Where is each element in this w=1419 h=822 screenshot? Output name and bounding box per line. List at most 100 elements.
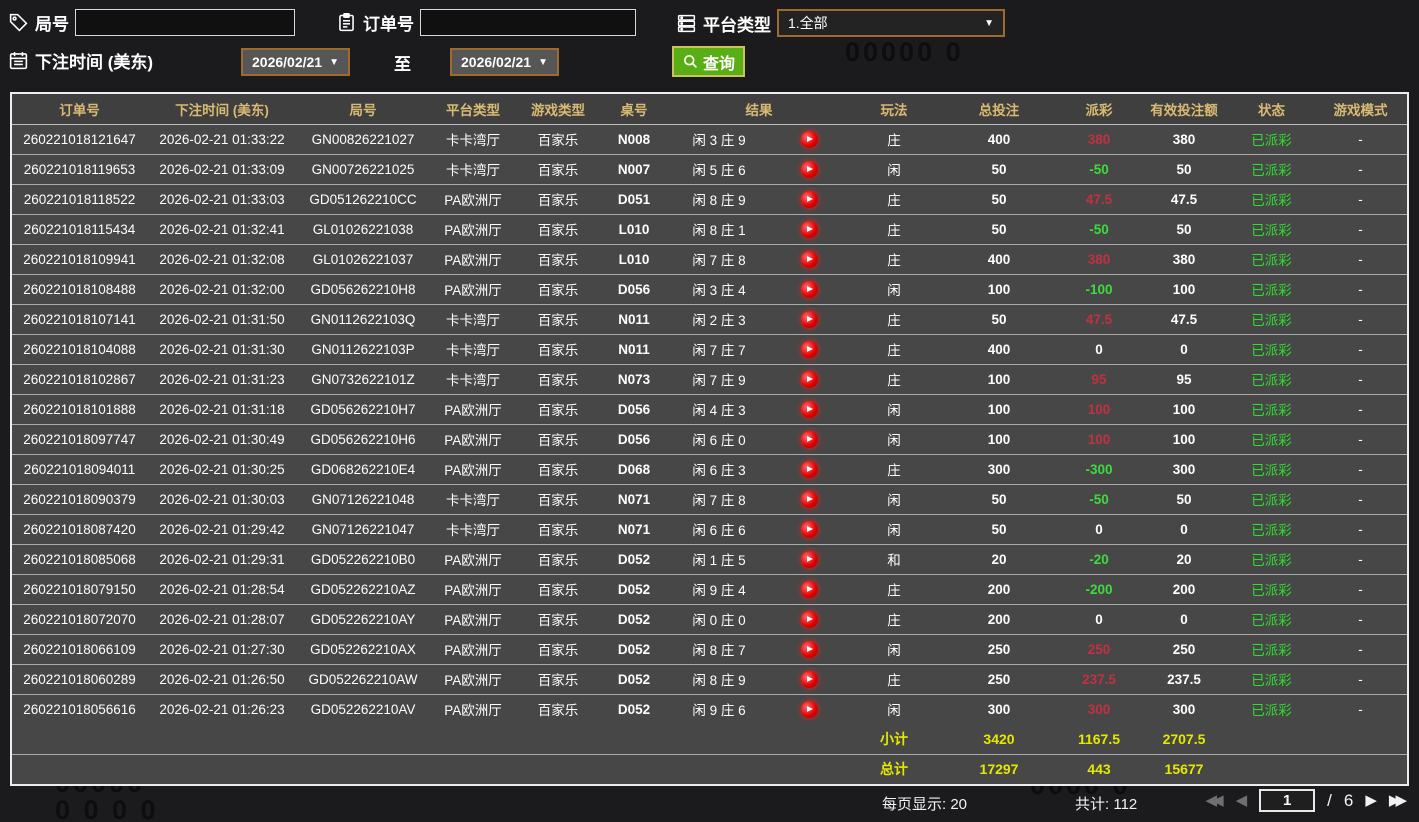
payout-cell: 0 [1059, 334, 1139, 365]
replay-cell [769, 604, 849, 635]
next-page-button[interactable]: ▶ [1365, 793, 1377, 808]
replay-button[interactable] [800, 160, 818, 178]
replay-button[interactable] [800, 220, 818, 238]
total-bet-cell: 50 [939, 184, 1059, 215]
payout-cell: 47.5 [1059, 184, 1139, 215]
replay-cell [769, 274, 849, 305]
last-page-button[interactable]: ▶▶ [1389, 793, 1407, 808]
replay-button[interactable] [800, 190, 818, 208]
replay-button[interactable] [800, 700, 818, 718]
result-cell: 闲 4 庄 3 [669, 394, 769, 425]
valid-bet-cell: 0 [1139, 334, 1229, 365]
payout-cell: -50 [1059, 154, 1139, 185]
replay-cell [769, 184, 849, 215]
replay-button[interactable] [800, 580, 818, 598]
valid-bet-cell: 47.5 [1139, 304, 1229, 335]
status-cell: 已派彩 [1229, 514, 1314, 545]
replay-button[interactable] [800, 640, 818, 658]
replay-button[interactable] [800, 520, 818, 538]
replay-cell [769, 304, 849, 335]
search-wrap: 查询 [672, 46, 746, 77]
round-no-cell: GD052262210AY [297, 604, 429, 635]
round-no-input[interactable] [75, 9, 295, 36]
play-type-cell: 庄 [849, 364, 939, 395]
payout-cell: -20 [1059, 544, 1139, 575]
status-cell: 已派彩 [1229, 634, 1314, 665]
valid-bet-cell: 237.5 [1139, 664, 1229, 695]
replay-button[interactable] [800, 550, 818, 568]
platform-cell: PA欧洲厅 [429, 394, 517, 425]
replay-button[interactable] [800, 370, 818, 388]
subtotal-total-bet: 3420 [939, 724, 1059, 755]
replay-cell [769, 634, 849, 665]
page-number-input[interactable] [1259, 789, 1316, 812]
game-type-cell: 百家乐 [517, 664, 599, 695]
date-to-picker[interactable]: 2026/02/21 ▼ [450, 48, 559, 76]
col-result: 结果 [669, 94, 849, 125]
search-icon [683, 54, 698, 69]
grand-total-payout: 443 [1059, 754, 1139, 784]
search-button[interactable]: 查询 [672, 46, 746, 77]
table-no-cell: N007 [599, 154, 669, 185]
replay-button[interactable] [800, 280, 818, 298]
replay-button[interactable] [800, 460, 818, 478]
round-no-cell: GD052262210AW [297, 664, 429, 695]
platform-cell: PA欧洲厅 [429, 424, 517, 455]
replay-button[interactable] [800, 400, 818, 418]
table-no-cell: D056 [599, 394, 669, 425]
replay-button[interactable] [800, 490, 818, 508]
platform-select[interactable]: 1.全部 ▼ [777, 9, 1005, 37]
order-no-label: 订单号 [363, 15, 414, 34]
platform-icon [677, 14, 696, 32]
platform-cell: 卡卡湾厅 [429, 304, 517, 335]
play-type-cell: 庄 [849, 454, 939, 485]
replay-button[interactable] [800, 250, 818, 268]
game-type-cell: 百家乐 [517, 274, 599, 305]
order-no-input[interactable] [420, 9, 636, 36]
game-type-cell: 百家乐 [517, 514, 599, 545]
table-row: 260221018118522 2026-02-21 01:33:03 GD0512… [12, 184, 1407, 215]
game-type-cell: 百家乐 [517, 454, 599, 485]
date-from-picker[interactable]: 2026/02/21 ▼ [241, 48, 350, 76]
replay-button[interactable] [800, 610, 818, 628]
table-no-cell: N073 [599, 364, 669, 395]
subtotal-spacer [1229, 724, 1407, 755]
order-no-cell: 260221018094011 [12, 454, 147, 485]
date-to-value: 2026/02/21 [461, 54, 532, 70]
replay-button[interactable] [800, 130, 818, 148]
result-cell: 闲 8 庄 1 [669, 214, 769, 245]
total-bet-cell: 50 [939, 214, 1059, 245]
payout-cell: 0 [1059, 604, 1139, 635]
payout-cell: 300 [1059, 694, 1139, 724]
table-no-cell: D052 [599, 664, 669, 695]
table-row: 260221018107141 2026-02-21 01:31:50 GN0112… [12, 304, 1407, 335]
replay-cell [769, 544, 849, 575]
chevron-down-icon: ▼ [538, 56, 548, 68]
replay-button[interactable] [800, 670, 818, 688]
table-row: 260221018121647 2026-02-21 01:33:22 GN0082… [12, 124, 1407, 155]
table-row: 260221018072070 2026-02-21 01:28:07 GD0522… [12, 604, 1407, 635]
replay-cell [769, 334, 849, 365]
order-no-cell: 260221018072070 [12, 604, 147, 635]
replay-button[interactable] [800, 310, 818, 328]
prev-page-button[interactable]: ◀ [1236, 793, 1248, 808]
total-bet-cell: 100 [939, 364, 1059, 395]
pagination: ◀◀ ◀ / 6 ▶ ▶▶ [1206, 789, 1407, 812]
col-bet-time: 下注时间 (美东) [147, 94, 297, 125]
play-type-cell: 和 [849, 544, 939, 575]
replay-button[interactable] [800, 340, 818, 358]
total-bet-cell: 20 [939, 544, 1059, 575]
total-bet-cell: 50 [939, 514, 1059, 545]
table-row: 260221018101888 2026-02-21 01:31:18 GD0562… [12, 394, 1407, 425]
replay-cell [769, 664, 849, 695]
table-no-cell: L010 [599, 244, 669, 275]
chevron-down-icon: ▼ [329, 56, 339, 68]
replay-cell [769, 244, 849, 275]
first-page-button[interactable]: ◀◀ [1206, 793, 1224, 808]
table-no-cell: D052 [599, 694, 669, 724]
replay-cell [769, 484, 849, 515]
table-no-cell: N011 [599, 304, 669, 335]
replay-button[interactable] [800, 430, 818, 448]
valid-bet-cell: 380 [1139, 124, 1229, 155]
col-table-no: 桌号 [599, 94, 669, 125]
